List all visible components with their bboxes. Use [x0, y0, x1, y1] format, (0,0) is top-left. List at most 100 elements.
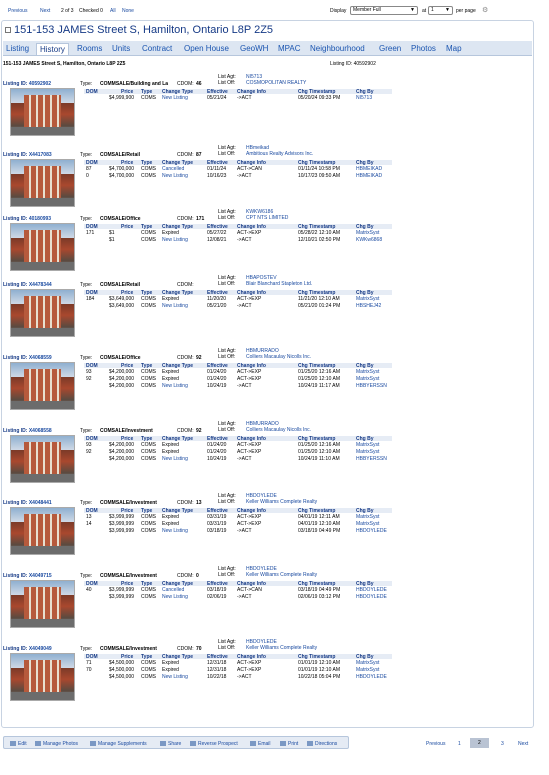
listing-id-link[interactable]: X4478344 [29, 282, 52, 288]
table-cell[interactable]: Cancelled [162, 166, 184, 172]
table-cell[interactable]: MatrixSyst [356, 449, 379, 455]
table-cell[interactable]: HBBYERSSN [356, 383, 387, 389]
property-photo[interactable] [10, 580, 75, 628]
property-photo[interactable] [10, 653, 75, 701]
list-office-link[interactable]: Keller Williams Complete Realty [246, 645, 317, 651]
table-cell[interactable]: Cancelled [162, 587, 184, 593]
pager-page-3[interactable]: 3 [501, 741, 504, 747]
list-office-link[interactable]: Colliers Macaulay Nicolls Inc. [246, 427, 311, 433]
tab-neighbourhood[interactable]: Neighbourhood [307, 43, 368, 55]
table-cell[interactable]: Expired [162, 660, 179, 666]
next-link[interactable]: Next [40, 8, 50, 14]
table-cell[interactable]: New Listing [162, 95, 188, 101]
table-cell[interactable]: HBDOYLEDE [356, 587, 387, 593]
tab-listing[interactable]: Listing [3, 43, 32, 55]
table-cell[interactable]: MatrixSyst [356, 369, 379, 375]
table-cell[interactable]: New Listing [162, 456, 188, 462]
table-cell[interactable]: Expired [162, 667, 179, 673]
table-cell[interactable]: Expired [162, 369, 179, 375]
tab-geowh[interactable]: GeoWH [237, 43, 271, 55]
settings-icon[interactable]: ⚙ [482, 6, 488, 14]
table-cell[interactable]: MatrixSyst [356, 660, 379, 666]
table-cell[interactable]: Expired [162, 521, 179, 527]
property-photo[interactable] [10, 435, 75, 483]
table-cell[interactable]: HBDOYLEDE [356, 528, 387, 534]
list-office-link[interactable]: Blair Blanchard Stapleton Ltd. [246, 281, 312, 287]
tab-rooms[interactable]: Rooms [74, 43, 105, 55]
table-cell[interactable]: Expired [162, 296, 179, 302]
property-photo[interactable] [10, 159, 75, 207]
property-photo[interactable] [10, 507, 75, 555]
tab-photos[interactable]: Photos [408, 43, 439, 55]
pager-page-2[interactable]: 2 [470, 738, 489, 748]
listing-id-link[interactable]: X4049049 [29, 646, 52, 652]
print-button[interactable]: Print [280, 741, 298, 747]
table-cell[interactable]: MatrixSyst [356, 296, 379, 302]
listing-id-link[interactable]: X4417083 [29, 152, 52, 158]
select-checkbox[interactable] [5, 27, 11, 33]
reverse-prospect-button[interactable]: Reverse Prospect [190, 741, 238, 747]
listing-id-link[interactable]: X4049715 [29, 573, 52, 579]
table-cell[interactable]: Expired [162, 449, 179, 455]
email-button[interactable]: Email [250, 741, 271, 747]
table-cell[interactable]: HBMEIKAD [356, 166, 382, 172]
table-cell[interactable]: Expired [162, 376, 179, 382]
manage-photos-button[interactable]: Manage Photos [35, 741, 78, 747]
listing-id-link[interactable]: X4068559 [29, 355, 52, 361]
per-page-select[interactable]: 1 ▼ [428, 6, 453, 15]
table-cell[interactable]: New Listing [162, 528, 188, 534]
edit-button[interactable]: Edit [10, 741, 27, 747]
property-photo[interactable] [10, 289, 75, 337]
directions-button[interactable]: Directions [307, 741, 337, 747]
table-cell[interactable]: Expired [162, 230, 179, 236]
table-cell[interactable]: New Listing [162, 674, 188, 680]
tab-map[interactable]: Map [443, 43, 465, 55]
tab-mpac[interactable]: MPAC [275, 43, 304, 55]
listing-id-link[interactable]: X4048441 [29, 500, 52, 506]
manage-supplements-button[interactable]: Manage Supplements [90, 741, 147, 747]
tab-open-house[interactable]: Open House [181, 43, 232, 55]
table-cell[interactable]: New Listing [162, 173, 188, 179]
tab-history[interactable]: History [36, 43, 69, 55]
table-cell[interactable]: New Listing [162, 303, 188, 309]
none-link[interactable]: None [122, 8, 134, 14]
property-photo[interactable] [10, 362, 75, 410]
table-cell[interactable]: Expired [162, 514, 179, 520]
table-cell[interactable]: New Listing [162, 237, 188, 243]
table-cell[interactable]: New Listing [162, 383, 188, 389]
pager-previous[interactable]: Previous [426, 741, 445, 747]
list-office-link[interactable]: Keller Williams Complete Realty [246, 572, 317, 578]
table-cell[interactable]: HBMEIKAD [356, 173, 382, 179]
tab-contract[interactable]: Contract [139, 43, 175, 55]
table-cell[interactable]: MatrixSyst [356, 442, 379, 448]
list-office-link[interactable]: CPT NTS LIMITED [246, 215, 288, 221]
list-office-link[interactable]: Ambitious Realty Advisors Inc. [246, 151, 313, 157]
list-office-link[interactable]: Colliers Macaulay Nicolls Inc. [246, 354, 311, 360]
share-button[interactable]: Share [160, 741, 181, 747]
table-cell[interactable]: HBSHEJ42 [356, 303, 381, 309]
table-cell[interactable]: HBDOYLEDE [356, 674, 387, 680]
table-cell[interactable]: New Listing [162, 594, 188, 600]
listing-id-link[interactable]: 40180993 [29, 216, 51, 222]
listing-id-link[interactable]: 40592902 [29, 81, 51, 87]
list-office-link[interactable]: COSMOPOLITAN REALTY [246, 80, 306, 86]
table-cell[interactable]: Expired [162, 442, 179, 448]
property-photo[interactable] [10, 88, 75, 136]
all-link[interactable]: All [110, 8, 116, 14]
table-cell[interactable]: MatrixSyst [356, 376, 379, 382]
table-cell[interactable]: MatrixSyst [356, 521, 379, 527]
table-cell[interactable]: HBDOYLEDE [356, 594, 387, 600]
display-select[interactable]: Member Full ▼ [350, 6, 418, 15]
pager-page-1[interactable]: 1 [458, 741, 461, 747]
table-cell[interactable]: NI5713 [356, 95, 372, 101]
previous-link[interactable]: Previous [8, 8, 27, 14]
table-cell[interactable]: KWKw6868 [356, 237, 382, 243]
table-cell[interactable]: HBBYERSSN [356, 456, 387, 462]
table-cell[interactable]: MatrixSyst [356, 230, 379, 236]
property-photo[interactable] [10, 223, 75, 271]
list-office-link[interactable]: Keller Williams Complete Realty [246, 499, 317, 505]
tab-units[interactable]: Units [109, 43, 133, 55]
pager-next[interactable]: Next [518, 741, 528, 747]
table-cell[interactable]: MatrixSyst [356, 514, 379, 520]
table-cell[interactable]: MatrixSyst [356, 667, 379, 673]
